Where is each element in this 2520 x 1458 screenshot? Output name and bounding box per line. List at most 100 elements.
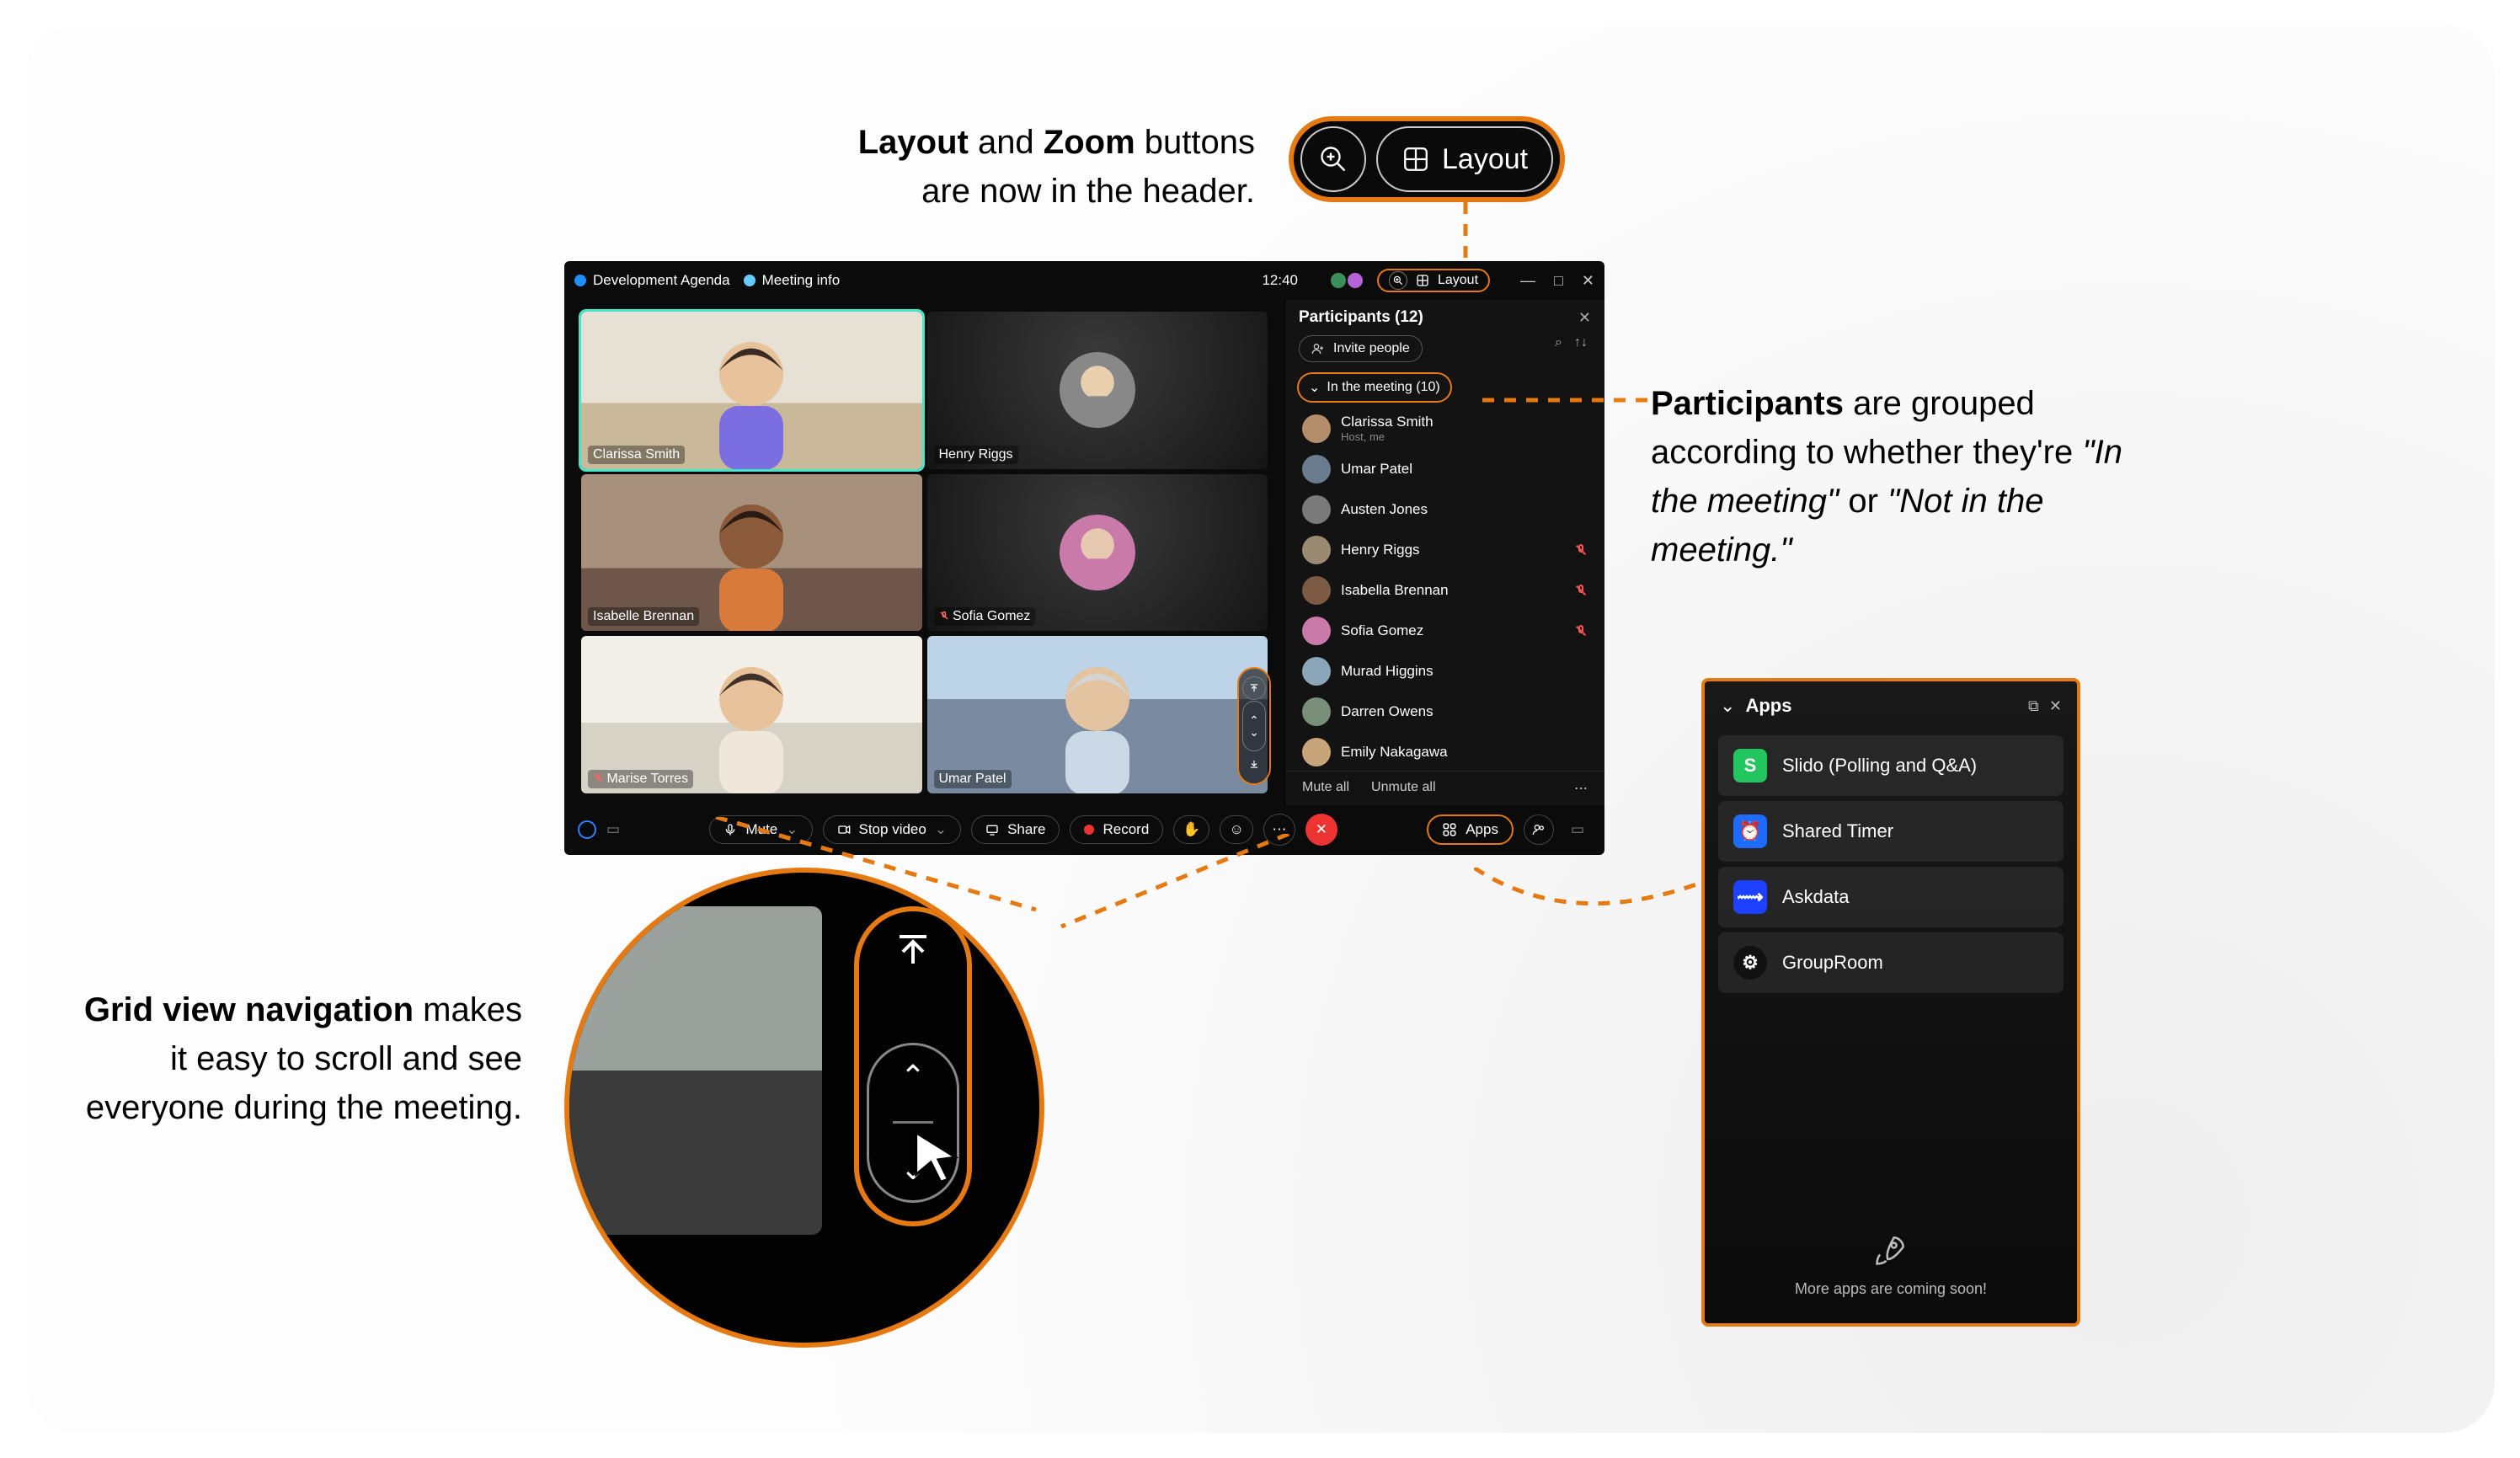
zoom-icon[interactable] [1389, 271, 1407, 290]
tile-placeholder [564, 906, 822, 1235]
person-illustration [671, 312, 831, 469]
video-tile[interactable]: Clarissa Smith [581, 312, 922, 469]
meeting-window: Development Agenda Meeting info 12:40 La… [564, 261, 1604, 855]
apps-button[interactable]: Apps [1427, 814, 1514, 845]
person-illustration [671, 636, 831, 793]
avatar [1302, 657, 1331, 686]
people-icon [1532, 823, 1546, 836]
close-icon[interactable]: ✕ [2049, 697, 2062, 715]
participants-title: Participants (12) [1299, 308, 1423, 327]
apps-icon [1442, 822, 1457, 837]
invite-label: Invite people [1333, 341, 1410, 356]
grid-nav-pill[interactable]: ⌃⌄ [1237, 667, 1271, 785]
meeting-time: 12:40 [1262, 272, 1298, 289]
avatar [1302, 455, 1331, 483]
participant-row[interactable]: Austen Jones [1285, 489, 1604, 530]
callout-participants: Participants are grouped according to wh… [1651, 379, 2122, 574]
participant-row[interactable]: Sofia Gomez [1285, 611, 1604, 651]
video-tile-name: Isabelle Brennan [588, 607, 699, 626]
meeting-title: Development Agenda [593, 272, 730, 289]
video-tile[interactable]: Sofia Gomez [927, 474, 1268, 632]
minimize-icon[interactable]: — [1520, 272, 1535, 290]
participants-icon-button[interactable] [1524, 814, 1554, 845]
leave-button[interactable]: ✕ [1305, 814, 1337, 846]
sidebar-toggle-icon[interactable]: ▭ [1564, 821, 1591, 838]
participant-row[interactable]: Isabella Brennan [1285, 570, 1604, 611]
app-icon: S [1733, 749, 1767, 782]
add-user-icon [1311, 342, 1325, 355]
grid-nav-top-icon[interactable] [1242, 676, 1266, 700]
participant-row[interactable]: Murad Higgins [1285, 651, 1604, 692]
close-panel-icon[interactable]: ✕ [1578, 309, 1591, 327]
apps-panel-footer: More apps are coming soon! [1795, 1280, 1987, 1298]
participant-name: Umar Patel [1341, 461, 1588, 478]
cursor-icon [906, 1125, 965, 1184]
header-layout-label: Layout [1438, 273, 1478, 288]
meeting-body: Clarissa Smith Henry Riggs Isabelle Bren… [564, 300, 1604, 805]
video-tile[interactable]: Umar Patel [927, 636, 1268, 793]
maximize-icon[interactable]: □ [1554, 272, 1563, 290]
chevron-down-icon: ⌄ [1309, 379, 1320, 396]
sort-icon[interactable]: ↑↓ [1574, 335, 1588, 350]
grid-nav-top-icon-zoomed[interactable] [884, 930, 942, 970]
callout-grid-nav: Grid view navigation makes it easy to sc… [67, 985, 522, 1132]
apps-label: Apps [1466, 821, 1498, 838]
avatar [1302, 617, 1331, 645]
pip-icon[interactable]: ▭ [606, 821, 620, 838]
participant-name: Murad Higgins [1341, 663, 1588, 680]
zoom-in-icon[interactable] [1300, 126, 1366, 192]
apps-panel: ⌄ Apps ⧉ ✕ S Slido (Polling and Q&A)⏰ Sh… [1701, 678, 2080, 1327]
app-item[interactable]: S Slido (Polling and Q&A) [1718, 735, 2064, 796]
grid-nav-zoom-inset: ⌃ ⌄ [564, 868, 1044, 1348]
in-meeting-group[interactable]: ⌄ In the meeting (10) [1297, 372, 1452, 403]
status-ring-icon[interactable] [578, 820, 596, 839]
video-tile[interactable]: Marise Torres [581, 636, 922, 793]
participant-row[interactable]: Henry Riggs [1285, 530, 1604, 570]
video-tile[interactable]: Isabelle Brennan [581, 474, 922, 632]
more-icon[interactable]: ⋯ [1574, 780, 1588, 797]
rocket-icon [1872, 1231, 1909, 1268]
meeting-info-label: Meeting info [762, 272, 841, 289]
app-item[interactable]: ⚙ GroupRoom [1718, 932, 2064, 993]
layout-label: Layout [1442, 143, 1528, 176]
zoom-layout-pill-zoomed: Layout [1289, 116, 1565, 202]
mute-all-button[interactable]: Mute all [1302, 780, 1349, 797]
chevron-down-icon[interactable]: ⌄ [1720, 695, 1735, 717]
grid-nav-bottom-icon[interactable] [1242, 752, 1266, 776]
participant-name: Sofia Gomez [1341, 622, 1564, 639]
meeting-info-button[interactable]: Meeting info [744, 272, 841, 289]
header-layout-pill[interactable]: Layout [1377, 269, 1490, 292]
layout-button-zoomed[interactable]: Layout [1376, 126, 1553, 192]
app-label: Shared Timer [1782, 820, 1893, 842]
app-icon: ⏰ [1733, 814, 1767, 848]
video-tile[interactable]: Henry Riggs [927, 312, 1268, 469]
chevron-up-icon[interactable]: ⌃ [900, 1059, 926, 1094]
grid-nav-up-down[interactable]: ⌃⌄ [1242, 701, 1266, 751]
app-icon: ⟿ [1733, 880, 1767, 914]
avatar [1302, 576, 1331, 605]
popout-icon[interactable]: ⧉ [2028, 697, 2039, 715]
participant-row[interactable]: Emily Nakagawa [1285, 732, 1604, 771]
header-avatars [1330, 272, 1364, 289]
participant-name: Emily Nakagawa [1341, 744, 1588, 761]
video-tile-name: Henry Riggs [934, 446, 1018, 464]
participant-name: Darren Owens [1341, 703, 1588, 720]
participant-row[interactable]: Umar Patel [1285, 449, 1604, 489]
meeting-header: Development Agenda Meeting info 12:40 La… [564, 261, 1604, 300]
search-icon[interactable]: ⌕ [1555, 335, 1562, 350]
participants-panel: Participants (12) ✕ Invite people ⌕ ↑↓ ⌄ [1284, 300, 1604, 805]
participant-row[interactable]: Darren Owens [1285, 692, 1604, 732]
participant-subtitle: Host, me [1341, 430, 1588, 443]
participant-name: Isabella Brennan [1341, 582, 1564, 599]
avatar [1302, 697, 1331, 726]
person-illustration [1017, 636, 1177, 793]
app-label: Slido (Polling and Q&A) [1782, 755, 1977, 777]
participants-list: Clarissa Smith Host, me Umar Patel Auste… [1285, 408, 1604, 771]
close-icon[interactable]: ✕ [1582, 272, 1594, 290]
app-item[interactable]: ⏰ Shared Timer [1718, 801, 2064, 862]
layout-icon [1416, 274, 1429, 287]
app-badge: Development Agenda [574, 272, 730, 289]
app-item[interactable]: ⟿ Askdata [1718, 867, 2064, 927]
unmute-all-button[interactable]: Unmute all [1371, 780, 1435, 797]
invite-button[interactable]: Invite people [1299, 335, 1423, 362]
